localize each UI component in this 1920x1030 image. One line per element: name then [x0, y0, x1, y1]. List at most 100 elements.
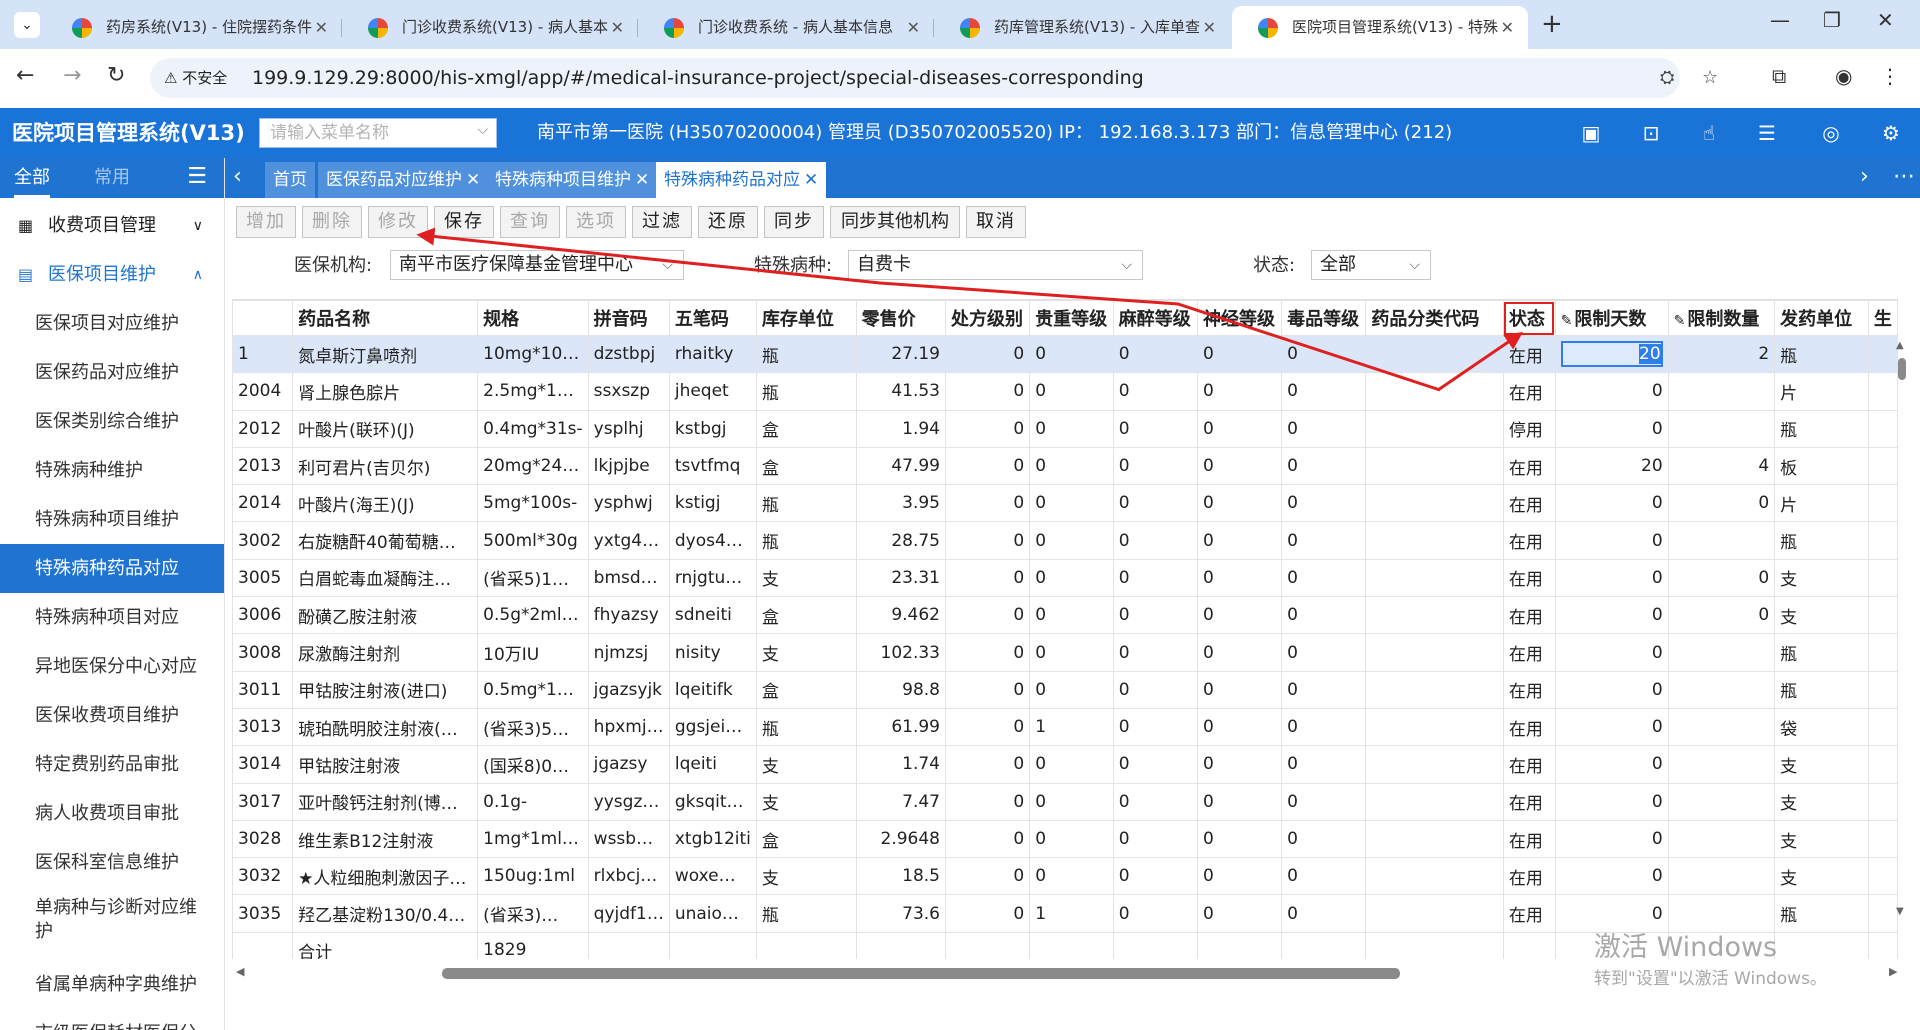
column-header[interactable]: 拼音码	[587, 300, 670, 336]
table-cell[interactable]: 0	[944, 670, 1031, 709]
table-cell[interactable]: 2014	[232, 484, 294, 523]
table-cell[interactable]: 0	[1029, 558, 1114, 598]
table-cell[interactable]: dyos4…	[668, 521, 757, 560]
close-window-icon[interactable]: ✕	[1877, 8, 1894, 32]
column-header[interactable]: 毒品等级	[1281, 300, 1367, 336]
omnibox[interactable]: ⚠ 不安全 199.9.129.29:8000/his-xmgl/app/#/m…	[150, 58, 1718, 98]
table-cell[interactable]: 4	[1667, 446, 1776, 486]
column-header[interactable]: 生	[1867, 300, 1898, 336]
limit-qty-column-header[interactable]: ✎ 限制数量	[1667, 300, 1776, 336]
table-cell[interactable]: 0	[1281, 372, 1367, 411]
table-cell[interactable]: 0	[1196, 894, 1283, 933]
table-cell[interactable]: 1	[232, 334, 294, 374]
sidebar-item[interactable]: 省属单病种字典维护	[0, 960, 224, 1009]
table-cell[interactable]	[1667, 521, 1776, 560]
table-cell[interactable]: 肾上腺色腙片	[292, 372, 479, 411]
table-cell[interactable]: 5mg*100s-	[477, 484, 589, 523]
column-header[interactable]: 药品分类代码	[1365, 300, 1504, 336]
bookmark-star-icon[interactable]: ☆	[1702, 67, 1718, 88]
table-cell[interactable]	[1365, 857, 1504, 896]
table-cell[interactable]: gksqit…	[668, 782, 757, 821]
column-header[interactable]: 五笔码	[668, 300, 757, 336]
close-icon[interactable]: ✕	[466, 170, 480, 190]
table-cell[interactable]: 0	[944, 707, 1031, 747]
filter-button[interactable]: 过滤	[632, 206, 692, 238]
query-button[interactable]: 查询	[500, 206, 560, 238]
limit-days-column-header[interactable]: ✎ 限制天数	[1554, 300, 1669, 336]
table-cell[interactable]: 0	[1112, 372, 1198, 411]
table-row[interactable]: 2012 叶酸片(联环)(J) 0.4mg*31s-ysplhj kstbgj 盒 1.9…	[232, 409, 1898, 448]
table-cell[interactable]: yxtg4…	[587, 521, 670, 560]
table-cell[interactable]: 27.19	[855, 334, 947, 374]
security-chip[interactable]: ⚠ 不安全	[164, 66, 227, 90]
table-cell[interactable]: 瓶	[1774, 670, 1869, 709]
browser-tab-active[interactable]: 医院项目管理系统(V13) - 特殊 ✕	[1232, 6, 1528, 49]
table-cell[interactable]: 0	[1281, 782, 1367, 821]
table-cell[interactable]: 袋	[1774, 707, 1869, 747]
table-cell[interactable]: 3006	[232, 596, 294, 635]
table-cell[interactable]: kstigj	[668, 484, 757, 523]
table-cell[interactable]: unaio…	[668, 894, 757, 933]
table-cell[interactable]: 瓶	[755, 334, 857, 374]
restore-button[interactable]: 还原	[698, 206, 758, 238]
table-cell[interactable]: 支	[1774, 819, 1869, 859]
table-cell[interactable]	[1667, 707, 1776, 747]
table-cell[interactable]: 支	[1774, 745, 1869, 784]
table-cell[interactable]: yysgz…	[587, 782, 670, 821]
table-cell[interactable]: 在用	[1502, 857, 1556, 896]
table-row[interactable]: 3028 维生素B12注射液 1mg*1ml… wssb… xtgb12iti 盒 2.96…	[232, 819, 1898, 859]
sync-button[interactable]: 同步	[764, 206, 824, 238]
disease-select[interactable]: 自费卡 ⌵	[848, 250, 1143, 280]
table-cell[interactable]: 0	[1554, 745, 1669, 784]
table-cell[interactable]: 0	[1029, 819, 1114, 859]
table-row[interactable]: 3032 ★人粒细胞刺激因子… 150ug:1ml rlxbcj… woxe… 支 18.5…	[232, 857, 1898, 896]
table-cell[interactable]: 3032	[232, 857, 294, 896]
table-cell[interactable]: 0	[1554, 707, 1669, 747]
sidebar-item[interactable]: 医保科室信息维护	[0, 838, 224, 887]
sidebar-item[interactable]: 特殊病种维护	[0, 446, 224, 495]
table-cell[interactable]: 0	[1554, 558, 1669, 598]
monitor-icon[interactable]: ▣	[1578, 120, 1604, 146]
table-cell[interactable]	[1365, 446, 1504, 486]
table-cell[interactable]: 0	[1281, 409, 1367, 448]
table-cell[interactable]: 3011	[232, 670, 294, 709]
table-cell[interactable]: 98.8	[855, 670, 947, 709]
table-cell[interactable]: woxe…	[668, 857, 757, 896]
table-cell[interactable]: 支	[1774, 782, 1869, 821]
table-cell[interactable]: 0	[1112, 633, 1198, 672]
scroll-thumb[interactable]	[1898, 358, 1906, 380]
table-cell[interactable]	[1365, 409, 1504, 448]
new-tab-button[interactable]: +	[1541, 9, 1563, 39]
table-cell[interactable]: 0	[1281, 521, 1367, 560]
table-cell[interactable]: 0	[944, 894, 1031, 933]
table-cell[interactable]	[1667, 372, 1776, 411]
chevron-down-icon[interactable]: ⌵	[477, 122, 488, 138]
sidebar-item[interactable]: 医保项目对应维护	[0, 299, 224, 348]
table-cell[interactable]: 10万IU	[477, 633, 589, 672]
chevron-right-icon[interactable]: ›	[1860, 164, 1869, 189]
table-cell[interactable]: 瓶	[755, 372, 857, 411]
table-cell[interactable]: rhaitky	[668, 334, 757, 374]
page-tab-home[interactable]: 首页	[265, 162, 315, 198]
table-cell[interactable]: 0	[1112, 857, 1198, 896]
table-cell[interactable]: 在用	[1502, 558, 1556, 598]
cancel-button[interactable]: 取消	[966, 206, 1026, 238]
column-header[interactable]: 库存单位	[755, 300, 857, 336]
browser-menu-icon[interactable]: ⋮	[1880, 64, 1900, 88]
table-cell[interactable]: kstbgj	[668, 409, 757, 448]
table-cell[interactable]: 102.33	[855, 633, 947, 672]
table-cell[interactable]: 0	[1029, 409, 1114, 448]
scroll-right-icon[interactable]: ▶	[1889, 965, 1897, 978]
browser-tab[interactable]: 门诊收费系统(V13) - 病人基本 ✕	[342, 6, 638, 49]
table-cell[interactable]: lqeiti	[668, 745, 757, 784]
table-cell[interactable]: 0	[1554, 484, 1669, 523]
table-cell[interactable]	[1667, 745, 1776, 784]
table-cell[interactable]: 2	[1667, 334, 1776, 374]
table-cell[interactable]	[1365, 484, 1504, 523]
table-cell[interactable]: 在用	[1502, 446, 1556, 486]
profile-icon[interactable]: ◉	[1835, 64, 1852, 88]
browser-tab[interactable]: 药库管理系统(V13) - 入库单查 ✕	[934, 6, 1230, 49]
table-cell[interactable]: 0	[1196, 707, 1283, 747]
table-cell[interactable]: ysphwj	[587, 484, 670, 523]
status-select[interactable]: 全部 ⌵	[1311, 250, 1431, 280]
